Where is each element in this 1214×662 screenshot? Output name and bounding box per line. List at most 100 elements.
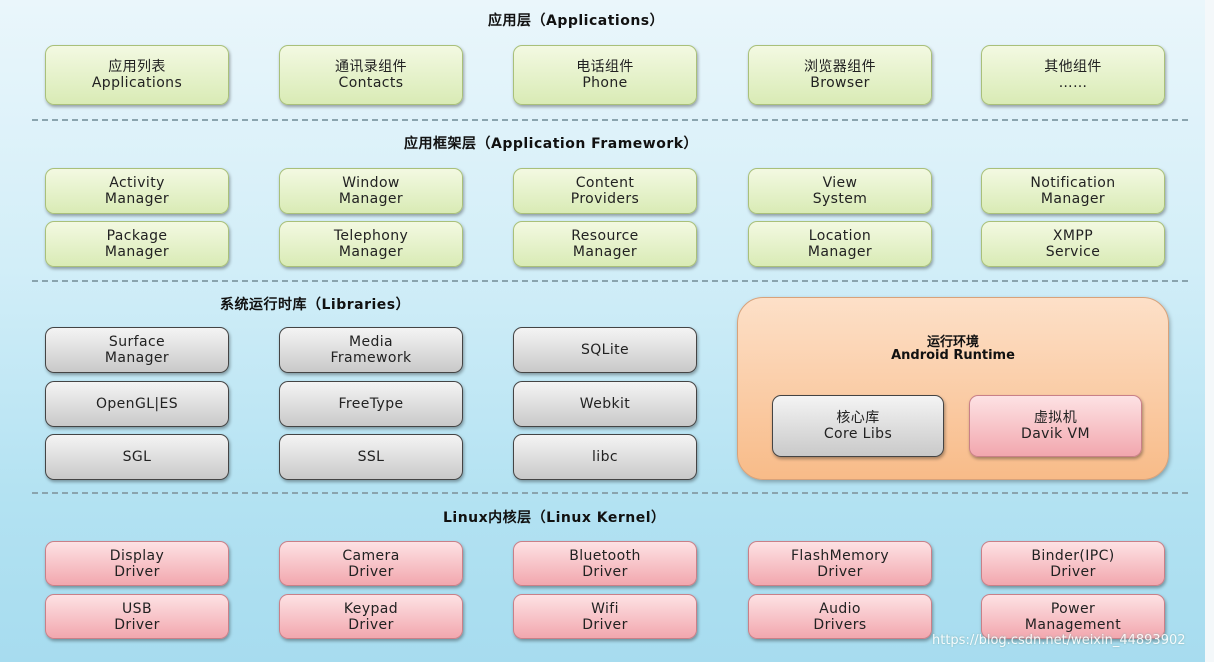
library-box: SQLite bbox=[513, 327, 697, 373]
framework-component-box-label: Manager bbox=[338, 191, 404, 207]
kernel-driver-box-label: Driver bbox=[582, 563, 628, 580]
framework-component-box-label: Service bbox=[1045, 244, 1101, 260]
app-component-box: 电话组件 Phone bbox=[513, 45, 697, 105]
kernel-driver-box-label: Driver bbox=[348, 616, 394, 633]
library-box-label: FreeType bbox=[338, 396, 404, 412]
app-component-box-label: 通讯录组件 bbox=[335, 59, 407, 75]
framework-component-box-label: System bbox=[812, 191, 868, 207]
kernel-driver-box-label: Driver bbox=[348, 563, 394, 580]
library-box-label: SGL bbox=[122, 449, 152, 465]
kernel-driver-box: Keypad Driver bbox=[279, 594, 463, 639]
framework-component-box-label: Manager bbox=[338, 244, 404, 260]
framework-component-box-label: Activity bbox=[109, 175, 165, 191]
android-runtime-box: 运行环境 Android Runtime 核心库 Core Libs 虚拟机 D… bbox=[737, 297, 1169, 480]
app-component-box-label: …… bbox=[1058, 75, 1088, 91]
kernel-layer-title: Linux内核层（Linux Kernel） bbox=[443, 510, 666, 526]
kernel-driver-box-label: Driver bbox=[1050, 563, 1096, 580]
framework-component-box: Activity Manager bbox=[45, 168, 229, 214]
core-libs-en: Core Libs bbox=[823, 426, 893, 442]
framework-component-box-label: Manager bbox=[572, 244, 638, 260]
library-box-label: Manager bbox=[104, 350, 170, 366]
kernel-driver-box-label: Bluetooth bbox=[569, 547, 641, 564]
framework-component-box-label: Manager bbox=[807, 244, 873, 260]
framework-component-box-label: View bbox=[822, 175, 858, 191]
app-component-box-label: 其他组件 bbox=[1044, 59, 1102, 75]
kernel-driver-box: Camera Driver bbox=[279, 541, 463, 586]
library-box-label: SQLite bbox=[580, 342, 630, 358]
app-component-box: 其他组件…… bbox=[981, 45, 1165, 105]
kernel-driver-box: Binder(IPC) Driver bbox=[981, 541, 1165, 586]
app-component-box-label: 电话组件 bbox=[576, 59, 634, 75]
framework-component-box-label: Window bbox=[342, 175, 400, 191]
framework-component-box-label: Content bbox=[575, 175, 635, 191]
app-component-box-label: 应用列表 bbox=[108, 59, 166, 75]
framework-component-box-label: Telephony bbox=[333, 228, 409, 244]
app-component-box-label: Applications bbox=[91, 75, 183, 91]
core-libs-cn: 核心库 bbox=[836, 410, 880, 426]
library-box-label: libc bbox=[592, 449, 618, 465]
library-box-label: SSL bbox=[357, 449, 385, 465]
kernel-driver-box-label: Binder(IPC) bbox=[1031, 547, 1115, 564]
app-component-box: 浏览器组件 Browser bbox=[748, 45, 932, 105]
kernel-driver-box: Bluetooth Driver bbox=[513, 541, 697, 586]
kernel-driver-box: Wifi Driver bbox=[513, 594, 697, 639]
framework-component-box-label: Location bbox=[808, 228, 872, 244]
kernel-driver-box: USB Driver bbox=[45, 594, 229, 639]
kernel-driver-box-label: Driver bbox=[114, 616, 160, 633]
framework-component-box: Notification Manager bbox=[981, 168, 1165, 214]
kernel-driver-box-label: Management bbox=[1024, 616, 1122, 633]
framework-component-box: Telephony Manager bbox=[279, 221, 463, 267]
kernel-driver-box-label: FlashMemory bbox=[790, 547, 890, 564]
app-component-box: 应用列表 Applications bbox=[45, 45, 229, 105]
layer-divider bbox=[32, 280, 1188, 282]
kernel-driver-box-label: Wifi bbox=[591, 600, 619, 617]
kernel-driver-box: FlashMemory Driver bbox=[748, 541, 932, 586]
app-component-box-label: Contacts bbox=[338, 75, 404, 91]
library-box: Surface Manager bbox=[45, 327, 229, 373]
framework-component-box: Window Manager bbox=[279, 168, 463, 214]
kernel-driver-box-label: Audio bbox=[819, 600, 861, 617]
library-box-label: Surface bbox=[108, 334, 166, 350]
library-box: Media Framework bbox=[279, 327, 463, 373]
framework-component-box-label: XMPP bbox=[1052, 228, 1094, 244]
kernel-driver-box: Audio Drivers bbox=[748, 594, 932, 639]
kernel-driver-box-label: Display bbox=[109, 547, 165, 564]
kernel-driver-box-label: Keypad bbox=[343, 600, 399, 617]
framework-component-box-label: Notification bbox=[1030, 175, 1116, 191]
kernel-driver-box: Display Driver bbox=[45, 541, 229, 586]
framework-component-box-label: Providers bbox=[570, 191, 640, 207]
davik-vm-en: Davik VM bbox=[1021, 426, 1090, 442]
library-box: SGL bbox=[45, 434, 229, 480]
framework-component-box-label: Package bbox=[106, 228, 168, 244]
runtime-title-en: Android Runtime bbox=[891, 348, 1015, 363]
library-box: OpenGL|ES bbox=[45, 381, 229, 427]
framework-component-box-label: Manager bbox=[1040, 191, 1106, 207]
library-box: libc bbox=[513, 434, 697, 480]
framework-component-box: Resource Manager bbox=[513, 221, 697, 267]
app-component-box: 通讯录组件 Contacts bbox=[279, 45, 463, 105]
framework-component-box-label: Manager bbox=[104, 244, 170, 260]
library-box: Webkit bbox=[513, 381, 697, 427]
framework-component-box: Content Providers bbox=[513, 168, 697, 214]
framework-layer-title: 应用框架层（Application Framework） bbox=[404, 136, 699, 152]
right-edge bbox=[1205, 0, 1214, 662]
libraries-layer-title: 系统运行时库（Libraries） bbox=[220, 297, 411, 313]
app-component-box-label: Browser bbox=[810, 75, 870, 91]
davik-vm-box: 虚拟机 Davik VM bbox=[969, 395, 1142, 457]
app-component-box-label: Phone bbox=[582, 75, 628, 91]
layer-divider bbox=[32, 492, 1188, 494]
library-box: FreeType bbox=[279, 381, 463, 427]
framework-component-box-label: Resource bbox=[571, 228, 639, 244]
layer-divider bbox=[32, 119, 1188, 121]
davik-vm-cn: 虚拟机 bbox=[1033, 410, 1078, 426]
library-box-label: OpenGL|ES bbox=[95, 396, 179, 412]
core-libs-box: 核心库 Core Libs bbox=[772, 395, 944, 457]
kernel-driver-box-label: Driver bbox=[114, 563, 160, 580]
framework-component-box-label: Manager bbox=[104, 191, 170, 207]
app-component-box-label: 浏览器组件 bbox=[804, 59, 876, 75]
kernel-driver-box-label: Driver bbox=[817, 563, 863, 580]
framework-component-box: Package Manager bbox=[45, 221, 229, 267]
kernel-driver-box-label: Driver bbox=[582, 616, 628, 633]
watermark: https://blog.csdn.net/weixin_44893902 bbox=[932, 633, 1186, 648]
kernel-driver-box-label: Camera bbox=[342, 547, 400, 564]
